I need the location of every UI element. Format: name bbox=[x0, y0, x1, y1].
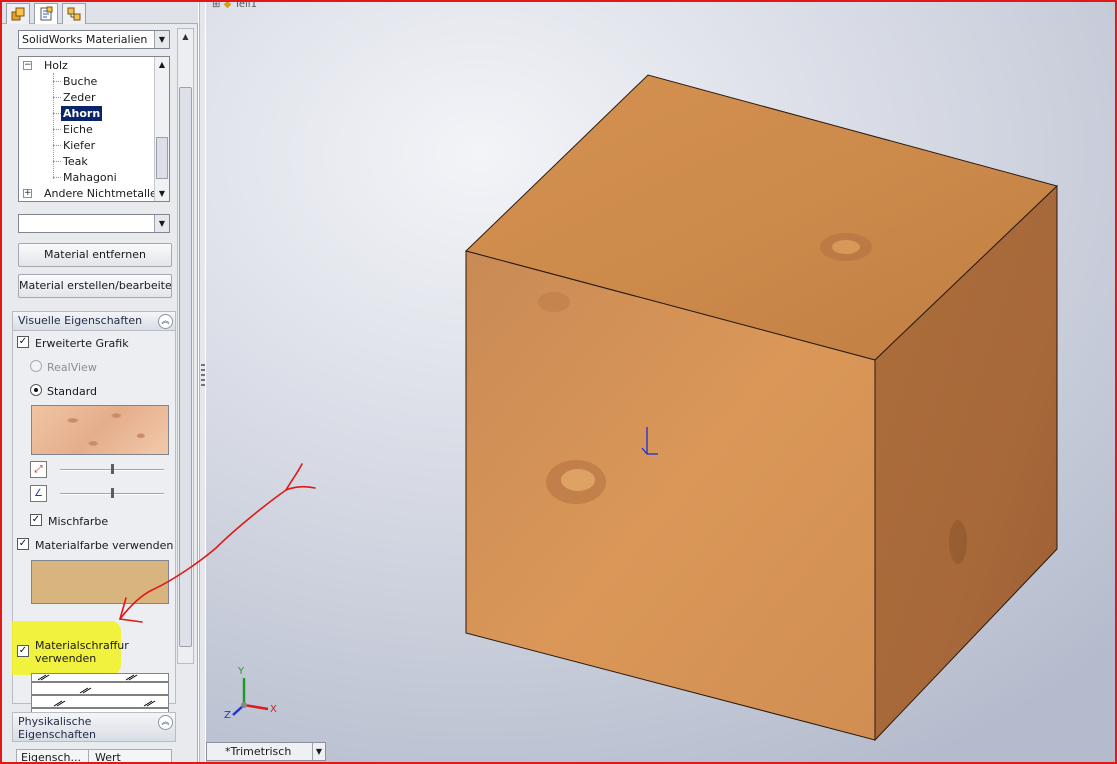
annotation-arrow-icon bbox=[119, 463, 316, 623]
application-frame: SolidWorks Materialien ▼ − Holz Buche Ze… bbox=[0, 0, 1117, 764]
